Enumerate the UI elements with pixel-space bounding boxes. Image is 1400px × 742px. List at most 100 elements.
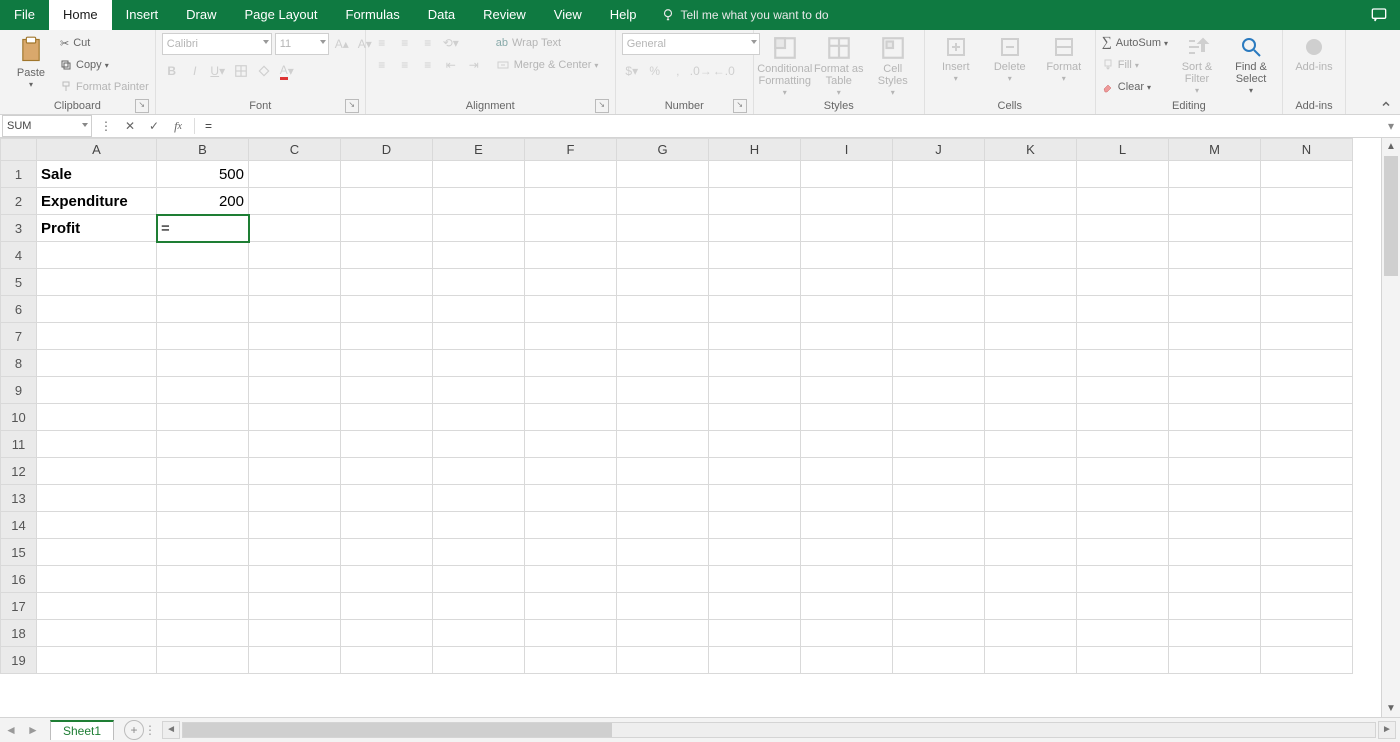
align-bottom-icon[interactable]: ≡ bbox=[418, 33, 438, 53]
col-header-A[interactable]: A bbox=[37, 139, 157, 161]
cell-I10[interactable] bbox=[801, 404, 893, 431]
cell-B7[interactable] bbox=[157, 323, 249, 350]
cell-B17[interactable] bbox=[157, 593, 249, 620]
cell-C18[interactable] bbox=[249, 620, 341, 647]
cell-N6[interactable] bbox=[1261, 296, 1353, 323]
cell-K8[interactable] bbox=[985, 350, 1077, 377]
cell-L11[interactable] bbox=[1077, 431, 1169, 458]
cell-I19[interactable] bbox=[801, 647, 893, 674]
cell-E18[interactable] bbox=[433, 620, 525, 647]
cell-B2[interactable]: 200 bbox=[157, 188, 249, 215]
cell-I13[interactable] bbox=[801, 485, 893, 512]
cell-E5[interactable] bbox=[433, 269, 525, 296]
cell-C1[interactable] bbox=[249, 161, 341, 188]
cell-N15[interactable] bbox=[1261, 539, 1353, 566]
cell-H3[interactable] bbox=[709, 215, 801, 242]
cell-K12[interactable] bbox=[985, 458, 1077, 485]
cell-M19[interactable] bbox=[1169, 647, 1261, 674]
cell-E17[interactable] bbox=[433, 593, 525, 620]
insert-cells-button[interactable]: Insert▾ bbox=[931, 33, 981, 85]
inc-decimal-icon[interactable]: .0→ bbox=[691, 61, 711, 81]
cell-I16[interactable] bbox=[801, 566, 893, 593]
cell-I5[interactable] bbox=[801, 269, 893, 296]
cell-A18[interactable] bbox=[37, 620, 157, 647]
cell-E10[interactable] bbox=[433, 404, 525, 431]
cell-N12[interactable] bbox=[1261, 458, 1353, 485]
cell-K4[interactable] bbox=[985, 242, 1077, 269]
cell-L16[interactable] bbox=[1077, 566, 1169, 593]
accounting-icon[interactable]: $▾ bbox=[622, 61, 642, 81]
row-header-13[interactable]: 13 bbox=[1, 485, 37, 512]
cell-D4[interactable] bbox=[341, 242, 433, 269]
cell-J13[interactable] bbox=[893, 485, 985, 512]
clear-button[interactable]: Clear▾ bbox=[1102, 77, 1168, 97]
cell-B13[interactable] bbox=[157, 485, 249, 512]
align-middle-icon[interactable]: ≡ bbox=[395, 33, 415, 53]
cell-A5[interactable] bbox=[37, 269, 157, 296]
scroll-left-icon[interactable]: ◄ bbox=[162, 721, 180, 739]
cell-C10[interactable] bbox=[249, 404, 341, 431]
cell-H18[interactable] bbox=[709, 620, 801, 647]
cell-B1[interactable]: 500 bbox=[157, 161, 249, 188]
conditional-formatting-button[interactable]: Conditional Formatting▾ bbox=[760, 33, 810, 99]
spreadsheet-grid[interactable]: ABCDEFGHIJKLMN1Sale5002Expenditure2003Pr… bbox=[0, 138, 1400, 718]
align-left-icon[interactable]: ≡ bbox=[372, 55, 392, 75]
align-top-icon[interactable]: ≡ bbox=[372, 33, 392, 53]
expand-formula-bar-icon[interactable]: ▾ bbox=[1382, 119, 1400, 133]
cell-G16[interactable] bbox=[617, 566, 709, 593]
cell-A16[interactable] bbox=[37, 566, 157, 593]
cell-K16[interactable] bbox=[985, 566, 1077, 593]
add-sheet-button[interactable]: + bbox=[124, 720, 144, 740]
cell-A1[interactable]: Sale bbox=[37, 161, 157, 188]
cell-L6[interactable] bbox=[1077, 296, 1169, 323]
cell-C11[interactable] bbox=[249, 431, 341, 458]
select-all-corner[interactable] bbox=[1, 139, 37, 161]
cell-F7[interactable] bbox=[525, 323, 617, 350]
cell-I11[interactable] bbox=[801, 431, 893, 458]
cell-G12[interactable] bbox=[617, 458, 709, 485]
cell-K5[interactable] bbox=[985, 269, 1077, 296]
cell-G14[interactable] bbox=[617, 512, 709, 539]
copy-button[interactable]: Copy▾ bbox=[60, 55, 149, 75]
enter-formula-icon[interactable]: ✓ bbox=[142, 115, 166, 137]
cell-K1[interactable] bbox=[985, 161, 1077, 188]
cell-M5[interactable] bbox=[1169, 269, 1261, 296]
cell-L15[interactable] bbox=[1077, 539, 1169, 566]
cell-M16[interactable] bbox=[1169, 566, 1261, 593]
cell-C16[interactable] bbox=[249, 566, 341, 593]
cell-C19[interactable] bbox=[249, 647, 341, 674]
row-header-8[interactable]: 8 bbox=[1, 350, 37, 377]
cell-M1[interactable] bbox=[1169, 161, 1261, 188]
cell-H4[interactable] bbox=[709, 242, 801, 269]
collapse-ribbon-icon[interactable] bbox=[1380, 98, 1392, 110]
indent-dec-icon[interactable]: ⇤ bbox=[441, 55, 461, 75]
cell-A8[interactable] bbox=[37, 350, 157, 377]
row-header-16[interactable]: 16 bbox=[1, 566, 37, 593]
cancel-formula-icon[interactable]: ✕ bbox=[118, 115, 142, 137]
row-header-14[interactable]: 14 bbox=[1, 512, 37, 539]
col-header-K[interactable]: K bbox=[985, 139, 1077, 161]
menu-tab-insert[interactable]: Insert bbox=[112, 0, 173, 30]
orientation-icon[interactable]: ⟲▾ bbox=[441, 33, 461, 53]
cell-G19[interactable] bbox=[617, 647, 709, 674]
cell-B19[interactable] bbox=[157, 647, 249, 674]
cell-E12[interactable] bbox=[433, 458, 525, 485]
sheet-tab[interactable]: Sheet1 bbox=[50, 720, 114, 740]
cell-B11[interactable] bbox=[157, 431, 249, 458]
cut-button[interactable]: ✂Cut bbox=[60, 33, 149, 53]
cell-F2[interactable] bbox=[525, 188, 617, 215]
cell-I7[interactable] bbox=[801, 323, 893, 350]
cell-A9[interactable] bbox=[37, 377, 157, 404]
cell-K9[interactable] bbox=[985, 377, 1077, 404]
cell-C3[interactable] bbox=[249, 215, 341, 242]
cell-J4[interactable] bbox=[893, 242, 985, 269]
cell-G7[interactable] bbox=[617, 323, 709, 350]
cell-D16[interactable] bbox=[341, 566, 433, 593]
cell-E7[interactable] bbox=[433, 323, 525, 350]
cell-H10[interactable] bbox=[709, 404, 801, 431]
format-painter-button[interactable]: Format Painter bbox=[60, 77, 149, 97]
cell-H9[interactable] bbox=[709, 377, 801, 404]
cell-D12[interactable] bbox=[341, 458, 433, 485]
alignment-launcher-icon[interactable]: ↘ bbox=[595, 99, 609, 113]
cell-H12[interactable] bbox=[709, 458, 801, 485]
